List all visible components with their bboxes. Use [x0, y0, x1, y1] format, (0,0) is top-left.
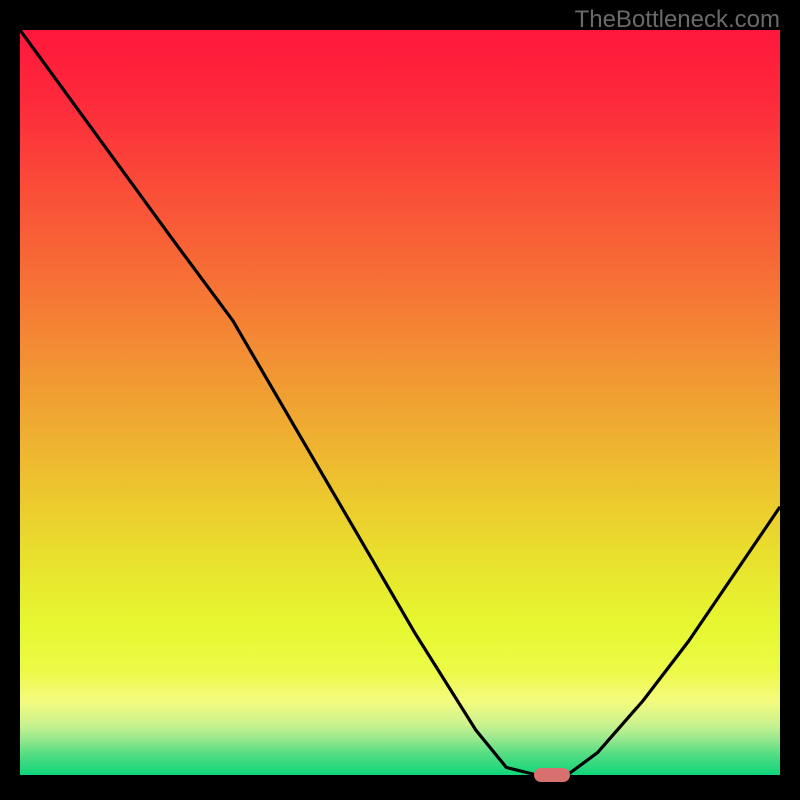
optimal-marker	[534, 768, 570, 782]
plot-area	[20, 30, 780, 775]
bottleneck-curve	[20, 30, 780, 775]
watermark: TheBottleneck.com	[575, 6, 780, 34]
